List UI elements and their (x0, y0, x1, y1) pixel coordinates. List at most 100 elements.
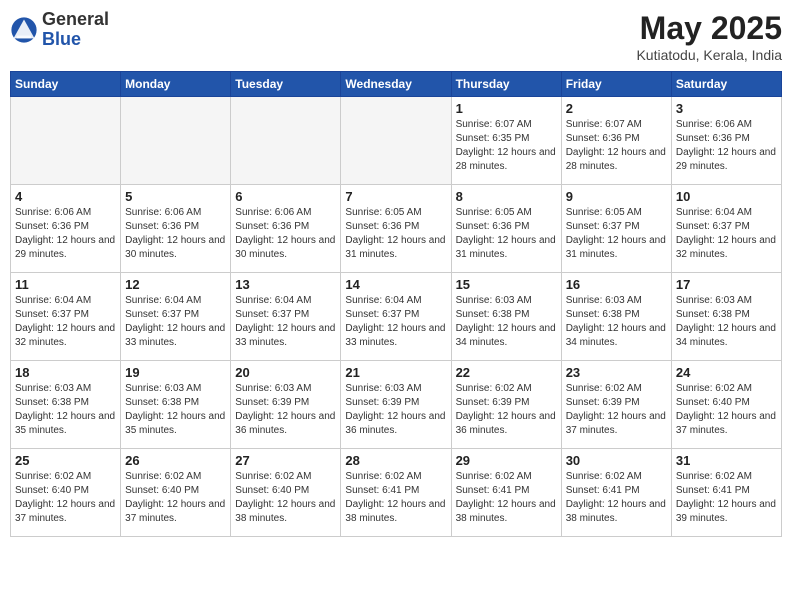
cell-info: Sunrise: 6:07 AM Sunset: 6:35 PM Dayligh… (456, 118, 557, 174)
calendar-cell: 28Sunrise: 6:02 AM Sunset: 6:41 PM Dayli… (341, 449, 451, 537)
page-header: General Blue May 2025 Kutiatodu, Kerala,… (10, 10, 782, 63)
day-number: 16 (566, 277, 667, 292)
calendar-week-row: 4 Sunrise: 6:06 AM Sunset: 6:36 PM Daylig… (11, 185, 782, 273)
calendar-cell: 14 Sunrise: 6:04 AM Sunset: 6:37 PM Dayli… (341, 273, 451, 361)
cell-info: Sunrise: 6:02 AM Sunset: 6:40 PM Dayligh… (235, 470, 336, 526)
calendar-cell (121, 97, 231, 185)
calendar-cell: 19 Sunrise: 6:03 AM Sunset: 6:38 PM Dayli… (121, 361, 231, 449)
day-number: 12 (125, 277, 226, 292)
location-subtitle: Kutiatodu, Kerala, India (636, 47, 782, 63)
logo: General Blue (10, 10, 109, 50)
cell-info: Sunrise: 6:02 AM Sunset: 6:39 PM Dayligh… (456, 382, 557, 438)
calendar-cell: 21Sunrise: 6:03 AM Sunset: 6:39 PM Dayli… (341, 361, 451, 449)
calendar-week-row: 25 Sunrise: 6:02 AM Sunset: 6:40 PM Dayli… (11, 449, 782, 537)
calendar-cell: 8Sunrise: 6:05 AM Sunset: 6:36 PM Daylig… (451, 185, 561, 273)
calendar-week-row: 1 Sunrise: 6:07 AM Sunset: 6:35 PM Daylig… (11, 97, 782, 185)
calendar-cell: 5 Sunrise: 6:06 AM Sunset: 6:36 PM Daylig… (121, 185, 231, 273)
calendar-cell: 31Sunrise: 6:02 AM Sunset: 6:41 PM Dayli… (671, 449, 781, 537)
cell-info: Sunrise: 6:06 AM Sunset: 6:36 PM Dayligh… (676, 118, 777, 174)
calendar-cell: 12 Sunrise: 6:04 AM Sunset: 6:37 PM Dayli… (121, 273, 231, 361)
cell-info: Sunrise: 6:06 AM Sunset: 6:36 PM Dayligh… (125, 206, 226, 262)
cell-info: Sunrise: 6:06 AM Sunset: 6:36 PM Dayligh… (15, 206, 116, 262)
day-number: 15 (456, 277, 557, 292)
day-number: 5 (125, 189, 226, 204)
logo-general-text: General (42, 9, 109, 29)
cell-info: Sunrise: 6:02 AM Sunset: 6:41 PM Dayligh… (456, 470, 557, 526)
day-number: 31 (676, 453, 777, 468)
days-of-week-row: SundayMondayTuesdayWednesdayThursdayFrid… (11, 72, 782, 97)
calendar-cell: 18Sunrise: 6:03 AM Sunset: 6:38 PM Dayli… (11, 361, 121, 449)
cell-info: Sunrise: 6:05 AM Sunset: 6:36 PM Dayligh… (345, 206, 446, 262)
day-number: 30 (566, 453, 667, 468)
day-of-week-header: Wednesday (341, 72, 451, 97)
day-number: 3 (676, 101, 777, 116)
day-number: 13 (235, 277, 336, 292)
day-of-week-header: Tuesday (231, 72, 341, 97)
cell-info: Sunrise: 6:04 AM Sunset: 6:37 PM Dayligh… (125, 294, 226, 350)
day-number: 14 (345, 277, 446, 292)
cell-info: Sunrise: 6:02 AM Sunset: 6:40 PM Dayligh… (125, 470, 226, 526)
day-of-week-header: Saturday (671, 72, 781, 97)
day-number: 2 (566, 101, 667, 116)
day-number: 29 (456, 453, 557, 468)
month-year-title: May 2025 (636, 10, 782, 47)
calendar-cell: 3 Sunrise: 6:06 AM Sunset: 6:36 PM Daylig… (671, 97, 781, 185)
day-number: 10 (676, 189, 777, 204)
title-block: May 2025 Kutiatodu, Kerala, India (636, 10, 782, 63)
day-number: 23 (566, 365, 667, 380)
day-of-week-header: Thursday (451, 72, 561, 97)
day-of-week-header: Monday (121, 72, 231, 97)
day-number: 19 (125, 365, 226, 380)
cell-info: Sunrise: 6:05 AM Sunset: 6:37 PM Dayligh… (566, 206, 667, 262)
day-number: 9 (566, 189, 667, 204)
calendar-body: 1 Sunrise: 6:07 AM Sunset: 6:35 PM Daylig… (11, 97, 782, 537)
day-number: 20 (235, 365, 336, 380)
logo-icon (10, 16, 38, 44)
calendar-cell: 2 Sunrise: 6:07 AM Sunset: 6:36 PM Daylig… (561, 97, 671, 185)
day-number: 25 (15, 453, 116, 468)
cell-info: Sunrise: 6:05 AM Sunset: 6:36 PM Dayligh… (456, 206, 557, 262)
calendar-cell: 17Sunrise: 6:03 AM Sunset: 6:38 PM Dayli… (671, 273, 781, 361)
cell-info: Sunrise: 6:06 AM Sunset: 6:36 PM Dayligh… (235, 206, 336, 262)
cell-info: Sunrise: 6:03 AM Sunset: 6:39 PM Dayligh… (345, 382, 446, 438)
cell-info: Sunrise: 6:02 AM Sunset: 6:41 PM Dayligh… (566, 470, 667, 526)
day-number: 4 (15, 189, 116, 204)
calendar-cell: 4 Sunrise: 6:06 AM Sunset: 6:36 PM Daylig… (11, 185, 121, 273)
cell-info: Sunrise: 6:02 AM Sunset: 6:40 PM Dayligh… (15, 470, 116, 526)
cell-info: Sunrise: 6:03 AM Sunset: 6:38 PM Dayligh… (125, 382, 226, 438)
calendar-header: SundayMondayTuesdayWednesdayThursdayFrid… (11, 72, 782, 97)
day-number: 18 (15, 365, 116, 380)
day-number: 11 (15, 277, 116, 292)
day-number: 27 (235, 453, 336, 468)
calendar-cell (11, 97, 121, 185)
calendar-cell: 20 Sunrise: 6:03 AM Sunset: 6:39 PM Dayli… (231, 361, 341, 449)
calendar-cell (231, 97, 341, 185)
day-number: 1 (456, 101, 557, 116)
logo-blue-text: Blue (42, 29, 81, 49)
day-number: 24 (676, 365, 777, 380)
day-number: 7 (345, 189, 446, 204)
calendar-cell: 26Sunrise: 6:02 AM Sunset: 6:40 PM Dayli… (121, 449, 231, 537)
calendar-week-row: 11 Sunrise: 6:04 AM Sunset: 6:37 PM Dayli… (11, 273, 782, 361)
cell-info: Sunrise: 6:04 AM Sunset: 6:37 PM Dayligh… (235, 294, 336, 350)
calendar-cell: 1 Sunrise: 6:07 AM Sunset: 6:35 PM Daylig… (451, 97, 561, 185)
calendar-cell: 23 Sunrise: 6:02 AM Sunset: 6:39 PM Dayli… (561, 361, 671, 449)
calendar-table: SundayMondayTuesdayWednesdayThursdayFrid… (10, 71, 782, 537)
cell-info: Sunrise: 6:03 AM Sunset: 6:38 PM Dayligh… (456, 294, 557, 350)
cell-info: Sunrise: 6:04 AM Sunset: 6:37 PM Dayligh… (345, 294, 446, 350)
cell-info: Sunrise: 6:04 AM Sunset: 6:37 PM Dayligh… (676, 206, 777, 262)
calendar-cell: 13 Sunrise: 6:04 AM Sunset: 6:37 PM Dayli… (231, 273, 341, 361)
cell-info: Sunrise: 6:03 AM Sunset: 6:38 PM Dayligh… (566, 294, 667, 350)
day-number: 6 (235, 189, 336, 204)
cell-info: Sunrise: 6:02 AM Sunset: 6:40 PM Dayligh… (676, 382, 777, 438)
calendar-cell: 10 Sunrise: 6:04 AM Sunset: 6:37 PM Dayli… (671, 185, 781, 273)
day-number: 22 (456, 365, 557, 380)
calendar-cell: 27 Sunrise: 6:02 AM Sunset: 6:40 PM Dayli… (231, 449, 341, 537)
calendar-cell: 22 Sunrise: 6:02 AM Sunset: 6:39 PM Dayli… (451, 361, 561, 449)
day-of-week-header: Friday (561, 72, 671, 97)
cell-info: Sunrise: 6:03 AM Sunset: 6:39 PM Dayligh… (235, 382, 336, 438)
calendar-cell: 9 Sunrise: 6:05 AM Sunset: 6:37 PM Daylig… (561, 185, 671, 273)
cell-info: Sunrise: 6:07 AM Sunset: 6:36 PM Dayligh… (566, 118, 667, 174)
calendar-cell: 25 Sunrise: 6:02 AM Sunset: 6:40 PM Dayli… (11, 449, 121, 537)
cell-info: Sunrise: 6:02 AM Sunset: 6:39 PM Dayligh… (566, 382, 667, 438)
